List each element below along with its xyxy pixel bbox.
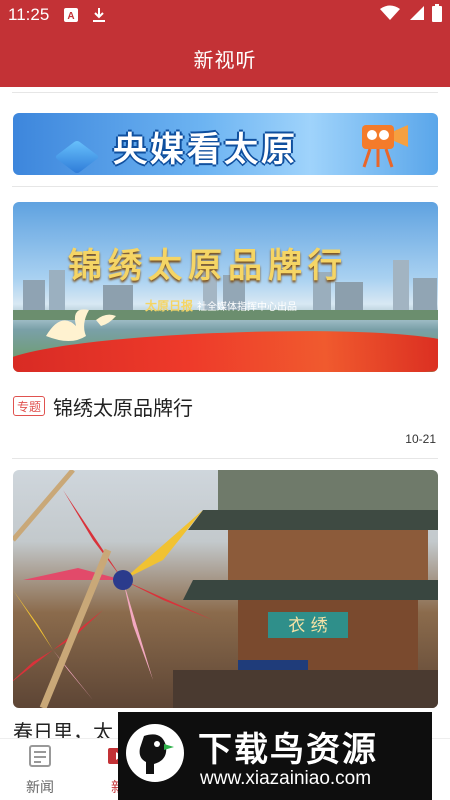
- page-title: 新视听: [193, 48, 257, 72]
- feed-item-image[interactable]: 衣 绣: [13, 470, 438, 708]
- image-title: 锦绣太原品牌行: [68, 246, 348, 286]
- gate-sign: 衣 绣: [288, 616, 327, 636]
- divider: [12, 458, 438, 459]
- status-bar: 11:25 A: [0, 0, 450, 30]
- dove-icon: [46, 309, 116, 341]
- banner-text: 央媒看太原: [113, 130, 298, 170]
- feed-item-date: 10-21: [405, 432, 436, 446]
- font-icon: A: [63, 7, 79, 23]
- image-subtitle-text: 社全媒体指挥中心出品: [197, 302, 298, 313]
- gate-scene: 衣 绣: [13, 470, 438, 708]
- feed-item-title[interactable]: 锦绣太原品牌行: [53, 392, 193, 421]
- cube-icon: [54, 139, 100, 175]
- bird-logo-icon: [126, 724, 184, 782]
- news-icon: [29, 745, 51, 767]
- download-icon: [91, 7, 107, 23]
- watermark: 下载鸟资源 www.xiazainiao.com: [118, 712, 432, 800]
- header: 新视听: [0, 30, 450, 87]
- watermark-text: 下载鸟资源: [198, 730, 378, 770]
- cmg-banner[interactable]: 央媒看太原: [13, 113, 438, 175]
- watermark-url: www.xiazainiao.com: [200, 768, 372, 789]
- divider: [12, 92, 438, 93]
- image-subtitle: 太原日报 社全媒体指挥中心出品: [145, 297, 297, 314]
- feed-item-image[interactable]: 锦绣太原品牌行 太原日报 社全媒体指挥中心出品: [13, 202, 438, 372]
- camera-icon: [362, 125, 408, 168]
- nav-item-news[interactable]: 新闻: [10, 743, 70, 797]
- nav-label-news: 新闻: [26, 780, 54, 796]
- status-time: 11:25: [8, 5, 50, 24]
- battery-icon: [432, 4, 442, 26]
- image-brand: 太原日报: [145, 299, 194, 313]
- divider: [12, 186, 438, 187]
- svg-text:A: A: [68, 11, 75, 22]
- tag-special: 专题: [13, 396, 46, 416]
- wifi-icon: [380, 5, 400, 25]
- signal-icon: [408, 5, 424, 25]
